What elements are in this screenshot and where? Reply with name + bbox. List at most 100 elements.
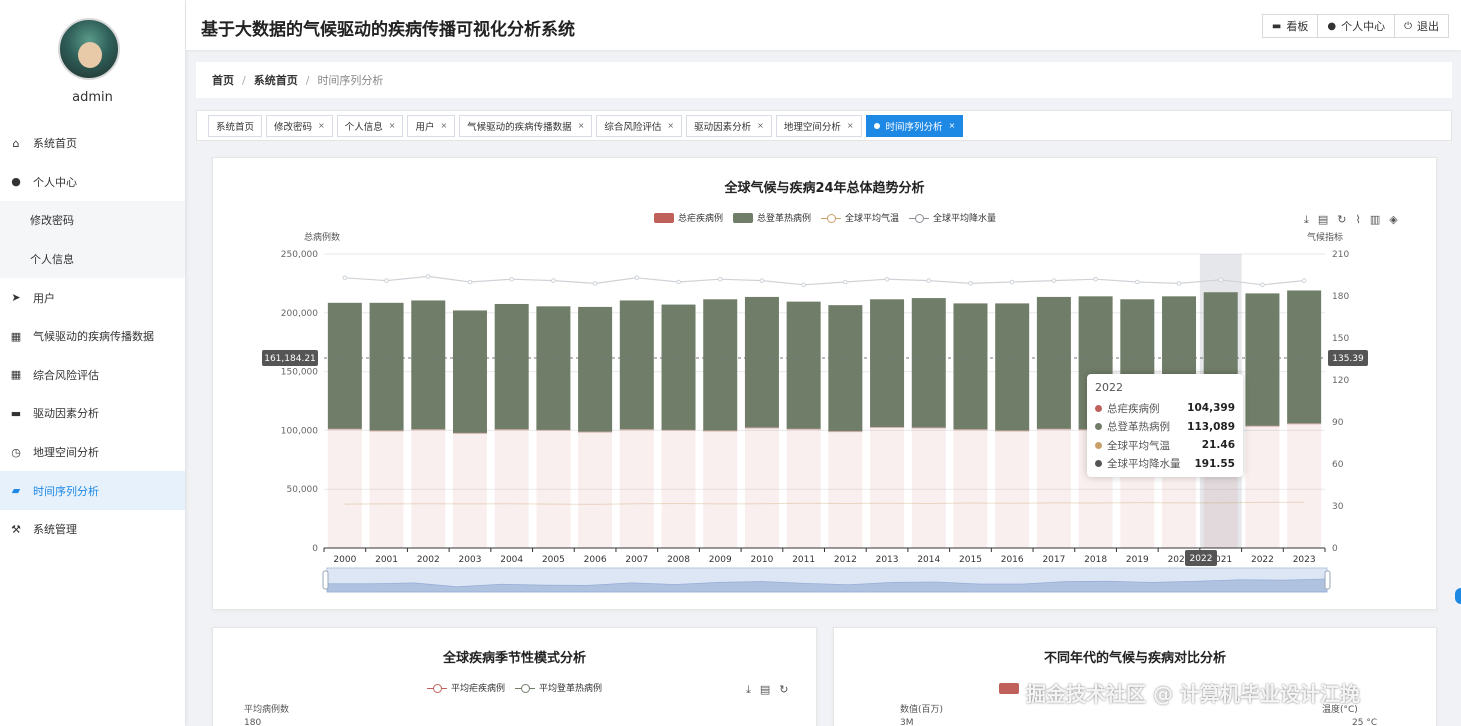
bar-dengue[interactable] xyxy=(828,305,863,432)
y2-tick-label: 180 xyxy=(1332,292,1349,302)
bar-dengue[interactable] xyxy=(703,299,738,431)
x-tick-label: 2008 xyxy=(667,555,690,565)
tooltip-row: 总疟疾病例 104,399 xyxy=(1095,399,1235,418)
bar-dengue[interactable] xyxy=(327,302,362,430)
precipitation-point[interactable] xyxy=(759,278,765,283)
precipitation-point[interactable] xyxy=(1135,279,1140,285)
bar-malaria[interactable] xyxy=(536,430,571,548)
bar-malaria[interactable] xyxy=(953,429,988,548)
bar-dengue[interactable] xyxy=(536,306,571,431)
x-tick-label: 2001 xyxy=(375,555,398,565)
restore-icon[interactable]: ↻ xyxy=(779,683,788,697)
x-tick-label: 2022 xyxy=(1251,555,1274,565)
precipitation-point[interactable] xyxy=(1218,277,1224,283)
bar-dengue[interactable] xyxy=(953,303,988,430)
bar-dengue[interactable] xyxy=(369,302,404,431)
bar-dengue[interactable] xyxy=(1036,296,1071,430)
seasonal-y-tick: 180 xyxy=(244,718,262,726)
bar-malaria[interactable] xyxy=(578,432,613,548)
bar-dengue[interactable] xyxy=(411,300,446,430)
bar-dengue[interactable] xyxy=(870,299,905,428)
decade-chart-title: 不同年代的气候与疾病对比分析 xyxy=(1043,651,1226,666)
precipitation-point[interactable] xyxy=(1176,281,1182,286)
precipitation-point[interactable] xyxy=(1260,282,1265,288)
y2-tick-label: 210 xyxy=(1332,250,1349,260)
line-precipitation[interactable] xyxy=(344,275,1305,286)
bar-malaria[interactable] xyxy=(327,429,362,548)
bar-dengue[interactable] xyxy=(661,304,696,431)
bar-malaria[interactable] xyxy=(1036,429,1071,548)
bar-dengue[interactable] xyxy=(911,298,946,429)
bar-malaria[interactable] xyxy=(786,429,821,548)
bar-dengue[interactable] xyxy=(744,296,779,429)
line-temperature[interactable] xyxy=(344,501,1305,505)
x-tick-label: 2012 xyxy=(834,555,857,565)
bar-malaria[interactable] xyxy=(1245,426,1280,548)
precipitation-point[interactable] xyxy=(926,278,932,283)
precipitation-point[interactable] xyxy=(1051,278,1057,283)
x-tick-label: 2004 xyxy=(500,555,523,565)
bar-dengue[interactable] xyxy=(578,306,613,433)
tooltip-dot xyxy=(1095,441,1102,449)
floating-handle[interactable] xyxy=(1455,588,1461,604)
tooltip-series-name: 全球平均降水量 xyxy=(1107,458,1181,471)
tooltip-series-name: 全球平均气温 xyxy=(1107,439,1170,452)
bar-malaria[interactable] xyxy=(1287,423,1322,548)
zoom-handle-left[interactable] xyxy=(322,570,329,590)
x-tick-label: 2017 xyxy=(1042,555,1065,565)
bar-malaria[interactable] xyxy=(870,427,905,548)
precipitation-point[interactable] xyxy=(1301,278,1307,283)
bar-malaria[interactable] xyxy=(369,430,404,548)
x-tick-label: 2009 xyxy=(709,555,732,565)
x-tick-label: 2000 xyxy=(333,555,356,565)
tooltip-series-value: 191.55 xyxy=(1194,457,1235,470)
precipitation-point[interactable] xyxy=(884,276,890,282)
y2-axis-label: 气候指标 xyxy=(1307,231,1343,243)
bar-malaria[interactable] xyxy=(744,428,779,548)
bar-malaria[interactable] xyxy=(703,430,738,548)
bar-dengue[interactable] xyxy=(786,301,821,430)
bar-malaria[interactable] xyxy=(995,430,1030,548)
precipitation-point[interactable] xyxy=(384,278,389,283)
bar-malaria[interactable] xyxy=(494,429,529,548)
precipitation-point[interactable] xyxy=(342,275,348,281)
bar-dengue[interactable] xyxy=(494,303,529,430)
bar-dengue[interactable] xyxy=(995,303,1030,431)
precipitation-point[interactable] xyxy=(717,276,723,282)
bar-dengue[interactable] xyxy=(619,300,654,430)
precipitation-point[interactable] xyxy=(551,278,556,283)
precipitation-point[interactable] xyxy=(801,282,806,288)
legend-item[interactable]: 平均疟疾病例 xyxy=(427,681,505,694)
data-view-icon[interactable]: ▤ xyxy=(760,683,770,697)
bar-malaria[interactable] xyxy=(911,428,946,548)
decade-legend-swatch[interactable] xyxy=(999,683,1019,694)
bar-malaria[interactable] xyxy=(661,430,696,548)
precipitation-point[interactable] xyxy=(509,276,514,282)
bar-malaria[interactable] xyxy=(411,429,446,548)
zoom-handle-right[interactable] xyxy=(1324,570,1331,590)
bar-malaria[interactable] xyxy=(452,433,487,548)
precipitation-point[interactable] xyxy=(676,279,681,285)
x-tick-label: 2016 xyxy=(1001,555,1024,565)
tooltip-row: 全球平均降水量 191.55 xyxy=(1095,455,1235,474)
precipitation-point[interactable] xyxy=(467,279,473,285)
legend-label: 平均疟疾病例 xyxy=(451,684,506,694)
precipitation-point[interactable] xyxy=(1009,279,1015,285)
bar-dengue[interactable] xyxy=(452,310,487,434)
tooltip-dot xyxy=(1095,460,1102,468)
precipitation-point[interactable] xyxy=(425,274,431,279)
bar-malaria[interactable] xyxy=(828,431,863,548)
bar-dengue[interactable] xyxy=(1245,293,1280,427)
bar-dengue[interactable] xyxy=(1287,290,1322,424)
precipitation-point[interactable] xyxy=(634,275,640,281)
download-icon[interactable]: ⤓ xyxy=(746,683,751,697)
bar-malaria[interactable] xyxy=(619,429,654,548)
precipitation-point[interactable] xyxy=(843,279,848,285)
legend-item[interactable]: 平均登革热病例 xyxy=(515,681,602,694)
y-tick-label: 100,000 xyxy=(281,426,318,436)
precipitation-point[interactable] xyxy=(1093,276,1098,282)
precipitation-point[interactable] xyxy=(968,281,973,286)
legend-swatch xyxy=(427,683,447,693)
legend-label: 平均登革热病例 xyxy=(539,684,603,694)
precipitation-point[interactable] xyxy=(592,281,598,286)
